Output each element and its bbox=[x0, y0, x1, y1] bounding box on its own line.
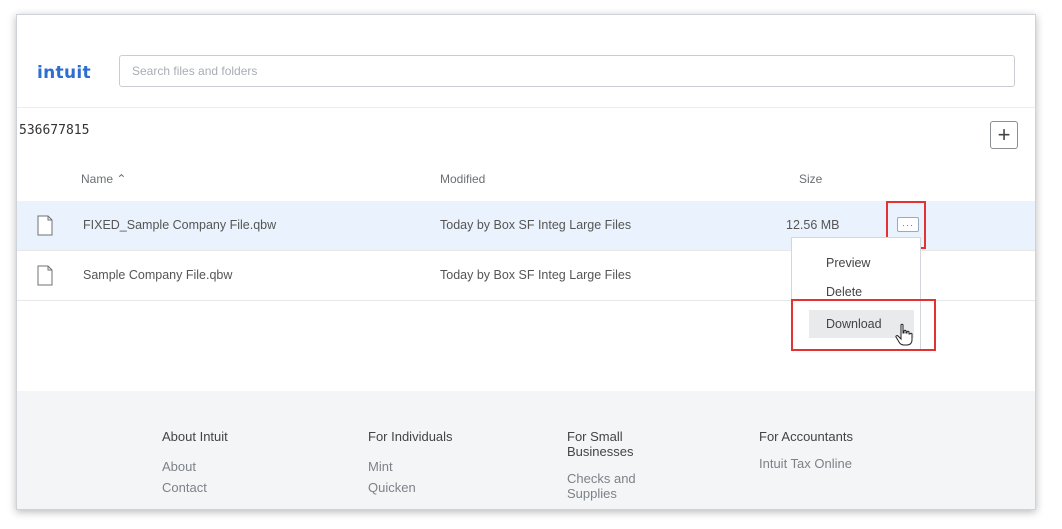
footer-link-checks[interactable]: Checks and Supplies bbox=[567, 471, 667, 501]
file-name[interactable]: FIXED_Sample Company File.qbw bbox=[83, 218, 276, 232]
column-header-size[interactable]: Size bbox=[799, 172, 822, 186]
search-input[interactable] bbox=[119, 55, 1015, 87]
footer-heading: About Intuit bbox=[162, 429, 228, 444]
footer-link-tax[interactable]: Intuit Tax Online bbox=[759, 456, 859, 471]
file-icon bbox=[37, 215, 53, 236]
footer-heading: For Individuals bbox=[368, 429, 453, 444]
footer: About Intuit About Contact For Individua… bbox=[17, 391, 1035, 509]
footer-column: For Small Businesses Checks and Supplies bbox=[567, 429, 667, 501]
footer-link-contact[interactable]: Contact bbox=[162, 480, 228, 495]
file-modified: Today by Box SF Integ Large Files bbox=[440, 218, 632, 232]
footer-column: For Accountants Intuit Tax Online bbox=[759, 429, 859, 471]
intuit-logo[interactable]: intuit bbox=[37, 63, 91, 83]
footer-link-quicken[interactable]: Quicken bbox=[368, 480, 453, 495]
footer-heading: For Small Businesses bbox=[567, 429, 634, 459]
footer-link-mint[interactable]: Mint bbox=[368, 459, 453, 474]
footer-heading: For Accountants bbox=[759, 429, 853, 444]
app-window: intuit 536677815 + Name ⌃ Modified Size … bbox=[16, 14, 1036, 510]
file-icon bbox=[37, 265, 53, 286]
column-header-name[interactable]: Name ⌃ bbox=[81, 172, 126, 186]
footer-column: About Intuit About Contact bbox=[162, 429, 228, 495]
add-button[interactable]: + bbox=[990, 121, 1018, 149]
divider bbox=[17, 107, 1035, 108]
file-modified: Today by Box SF Integ Large Files bbox=[440, 268, 632, 282]
folder-title: 536677815 bbox=[19, 123, 90, 138]
file-name[interactable]: Sample Company File.qbw bbox=[83, 268, 232, 282]
highlight-box bbox=[791, 299, 936, 351]
column-header-modified[interactable]: Modified bbox=[440, 172, 485, 186]
footer-link-about[interactable]: About bbox=[162, 459, 228, 474]
hand-cursor-icon bbox=[895, 323, 913, 346]
menu-item-preview[interactable]: Preview bbox=[792, 249, 920, 277]
file-size: 12.56 MB bbox=[786, 218, 840, 232]
footer-column: For Individuals Mint Quicken bbox=[368, 429, 453, 495]
